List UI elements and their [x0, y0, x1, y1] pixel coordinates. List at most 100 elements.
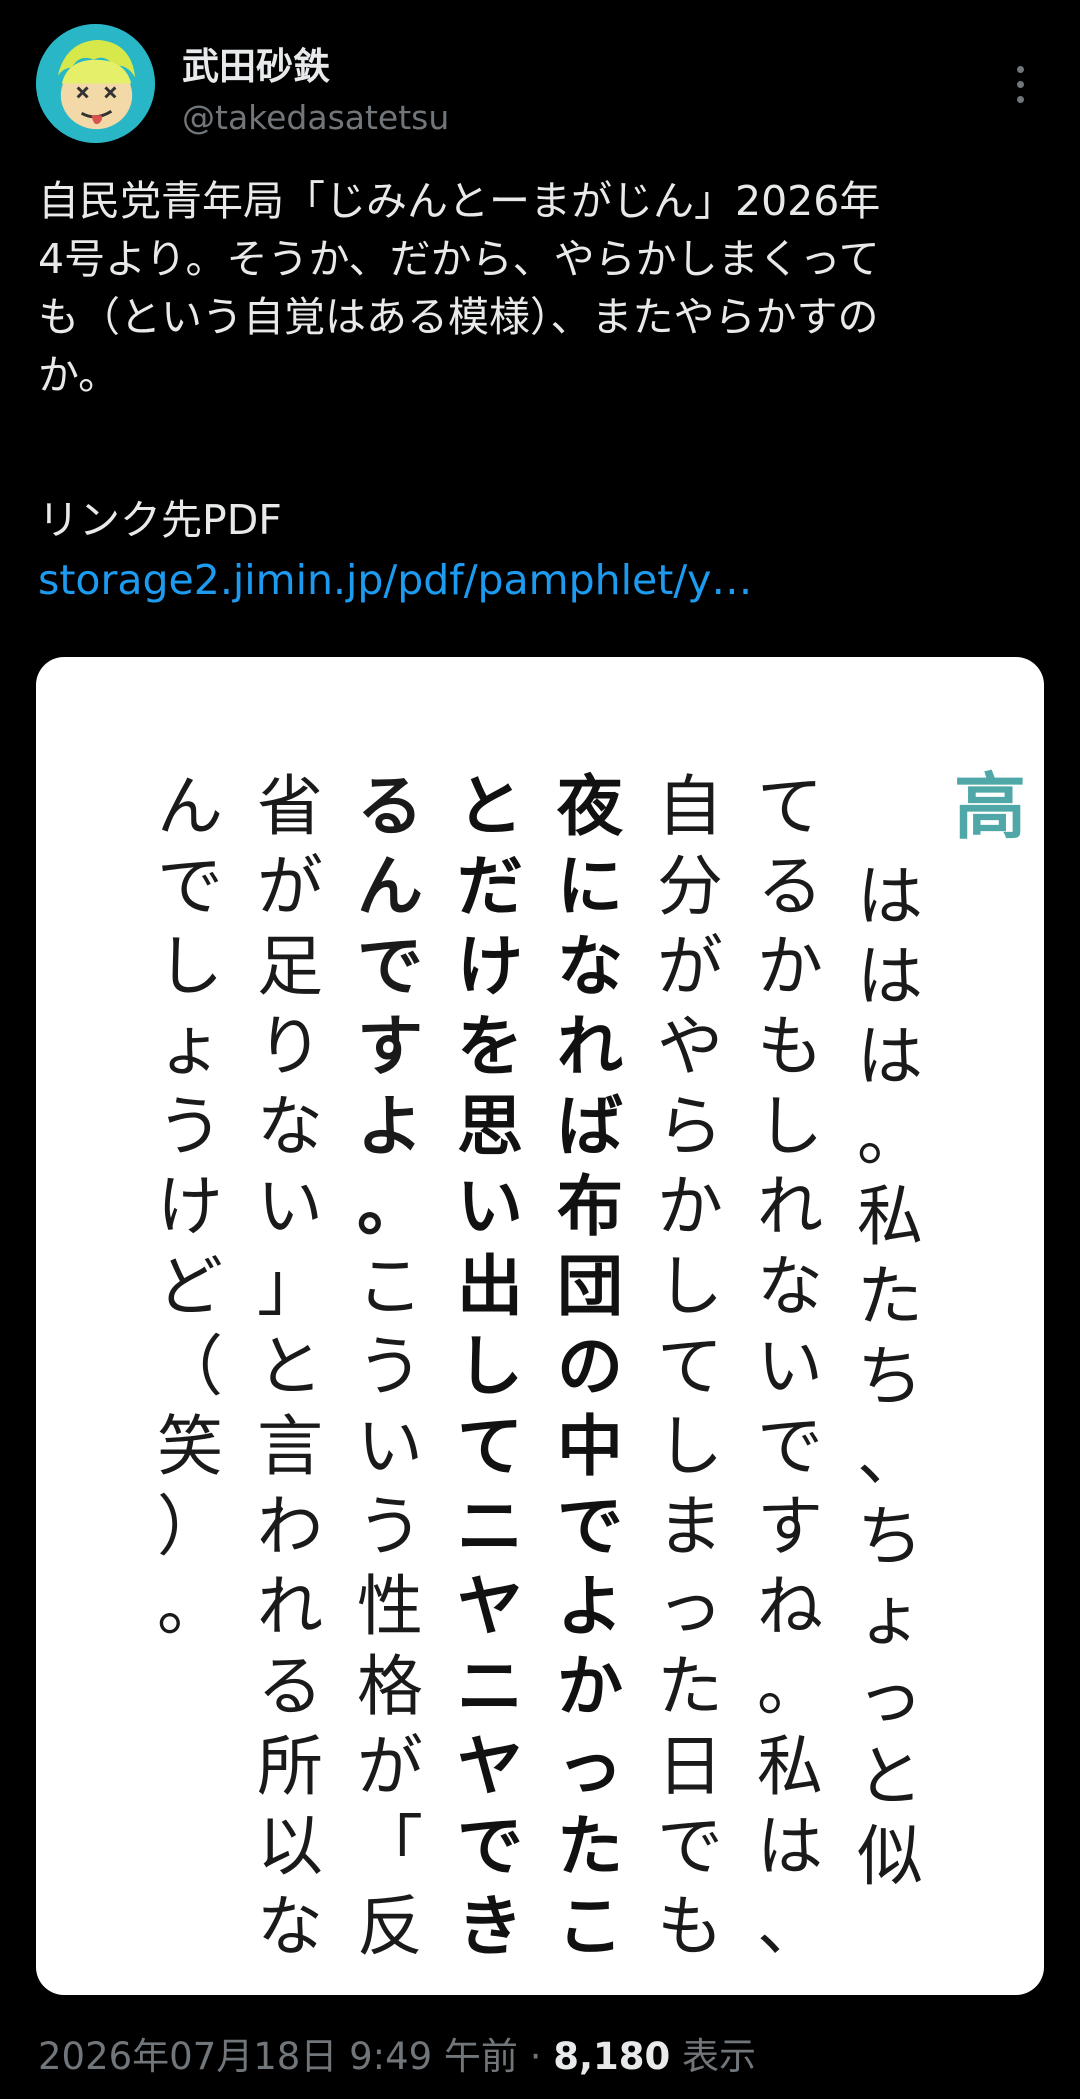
text-char: だ — [457, 848, 523, 925]
text-char: （ — [157, 1328, 223, 1405]
speaker-label: 高 — [953, 765, 1026, 849]
views-label: 表示 — [682, 2035, 757, 2078]
text-char: し — [657, 1408, 723, 1485]
text-char: 。 — [857, 1098, 923, 1175]
text-char: と — [257, 1328, 323, 1405]
text-char: い — [257, 1168, 323, 1245]
text-char: は — [757, 1808, 823, 1885]
text-char: い — [757, 1328, 823, 1405]
separator: · — [529, 2035, 542, 2078]
text-char: ょ — [157, 1008, 223, 1085]
text-char: 「 — [357, 1808, 423, 1885]
text-char: し — [457, 1328, 523, 1405]
text-char: は — [857, 858, 923, 935]
text-char: し — [157, 928, 223, 1005]
text-char: 似 — [857, 1818, 923, 1895]
text-char: ま — [657, 1488, 723, 1565]
text-char: ） — [157, 1488, 223, 1565]
text-char: 、 — [757, 1888, 823, 1965]
text-char: れ — [257, 1568, 323, 1645]
text-column: るんですよ。こういう性格が「反 — [340, 767, 440, 1967]
text-char: な — [257, 1088, 323, 1165]
text-char: 。 — [157, 1568, 223, 1645]
author-handle[interactable]: @takedasatetsu — [182, 98, 449, 137]
text-char: 、 — [657, 1967, 723, 1995]
text-char: た — [657, 1648, 723, 1725]
avatar[interactable] — [36, 24, 155, 143]
text-char: こ — [357, 1248, 423, 1325]
text-char: で — [757, 1408, 823, 1485]
tweet-meta: 2026年07月18日 9:49 午前 · 8,180 表示 — [38, 2026, 756, 2080]
text-char: で — [557, 1488, 623, 1565]
text-char: き — [457, 1888, 523, 1965]
timestamp[interactable]: 2026年07月18日 9:49 午前 — [38, 2035, 518, 2078]
text-char: っ — [557, 1728, 623, 1805]
text-char: け — [157, 1168, 223, 1245]
text-char: を — [457, 1008, 523, 1085]
text-column: とだけを思い出してニヤニヤでき — [440, 767, 540, 1967]
text-char: も — [657, 1888, 723, 1965]
text-char: て — [457, 1408, 523, 1485]
text-char: が — [357, 1728, 423, 1805]
text-char: れ — [757, 1168, 823, 1245]
text-char: て — [657, 1328, 723, 1405]
text-char: 、 — [857, 1418, 923, 1495]
text-char: う — [157, 1088, 223, 1165]
text-char: て — [757, 768, 823, 845]
text-char: た — [557, 1808, 623, 1885]
text-char: で — [157, 848, 223, 925]
text-char: わ — [257, 1488, 323, 1565]
text-char: る — [357, 768, 423, 845]
text-char: 私 — [857, 1178, 923, 1255]
pdf-link[interactable]: storage2.jimin.jp/pdf/pamphlet/y… — [38, 551, 752, 609]
text-char: ど — [157, 1248, 223, 1325]
text-char: け — [457, 928, 523, 1005]
tweet-text: 自民党青年局「じみんとーまがじん」2026年 4号より。そうか、だから、やらかし… — [38, 177, 881, 399]
text-char: が — [257, 848, 323, 925]
text-char: ニ — [457, 1648, 523, 1725]
text-char: う — [357, 1488, 423, 1565]
text-char: や — [657, 1008, 723, 1085]
text-char: た — [857, 1258, 923, 1335]
text-char: ニ — [457, 1488, 523, 1565]
text-char: 。 — [357, 1168, 423, 1245]
text-char: 布 — [557, 1168, 623, 1245]
text-char: ょ — [857, 1578, 923, 1655]
text-char: 」 — [257, 1248, 323, 1325]
text-char: 省 — [257, 768, 323, 845]
text-char: で — [357, 928, 423, 1005]
text-char: る — [257, 1648, 323, 1725]
views-count: 8,180 — [553, 2035, 671, 2078]
more-vertical-icon — [1016, 65, 1024, 73]
text-char: よ — [557, 1568, 623, 1645]
text-char: ヤ — [457, 1568, 523, 1645]
more-options-button[interactable] — [1000, 58, 1040, 110]
attached-image[interactable]: 高 ははは。私たち、ちょっと似てるかもしれないですね。私は、自分がやらかしてしま… — [36, 657, 1044, 1995]
text-char: ね — [757, 1568, 823, 1645]
author-display-name[interactable]: 武田砂鉄 — [182, 36, 330, 90]
text-char: は — [857, 938, 923, 1015]
cartoon-face-icon — [36, 24, 155, 143]
text-char: か — [657, 1168, 723, 1245]
text-char: と — [457, 768, 523, 845]
text-char: な — [757, 1248, 823, 1325]
text-char: っ — [857, 1658, 923, 1735]
text-char: す — [757, 1488, 823, 1565]
text-char: 私 — [757, 1728, 823, 1805]
text-char: し — [757, 1088, 823, 1165]
text-char: っ — [657, 1568, 723, 1645]
text-char: 日 — [657, 1728, 723, 1805]
text-char: の — [557, 1328, 623, 1405]
text-char: ち — [857, 1338, 923, 1415]
text-char: ち — [857, 1498, 923, 1575]
text-char: 性 — [357, 1568, 423, 1645]
text-char: か — [757, 928, 823, 1005]
text-char: い — [457, 1168, 523, 1245]
text-char: 夜 — [557, 768, 623, 845]
text-char: と — [857, 1738, 923, 1815]
text-char: ん — [157, 768, 223, 845]
text-char: こ — [557, 1888, 623, 1965]
text-char: ん — [357, 848, 423, 925]
text-char: な — [557, 928, 623, 1005]
text-char: 団 — [557, 1248, 623, 1325]
